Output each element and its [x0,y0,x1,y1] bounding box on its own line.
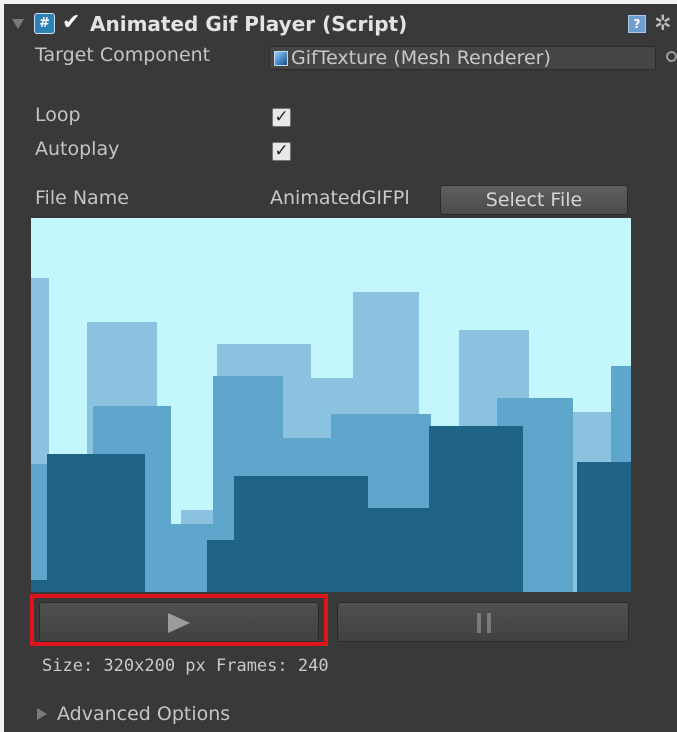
select-file-button[interactable]: Select File [440,185,628,215]
loop-checkbox[interactable]: ✓ [272,108,291,127]
loop-label: Loop [35,104,81,126]
gear-icon[interactable]: ✲ [654,11,672,35]
file-name-value: AnimatedGIFPl [270,187,410,209]
object-picker-icon[interactable] [666,51,677,62]
pause-button[interactable] [337,602,629,642]
component-enabled-checkbox[interactable]: ✔ [62,12,84,34]
autoplay-checkbox[interactable]: ✓ [272,142,291,161]
gif-info-text: Size: 320x200 px Frames: 240 [42,656,329,676]
pause-icon [477,613,491,633]
component-header[interactable]: # ✔ Animated Gif Player (Script) ? ✲ [4,10,677,40]
component-title: Animated Gif Player (Script) [90,12,408,36]
target-component-label: Target Component [35,44,211,66]
foldout-arrow-icon[interactable] [12,19,24,29]
target-component-value: GifTexture (Mesh Renderer) [291,47,551,69]
mesh-renderer-icon [274,51,288,66]
target-component-field[interactable]: GifTexture (Mesh Renderer) [269,46,656,70]
advanced-options-foldout[interactable]: Advanced Options [57,703,230,725]
gif-preview-image [31,218,631,592]
inspector-panel: # ✔ Animated Gif Player (Script) ? ✲ Tar… [4,4,677,732]
help-icon[interactable]: ? [628,15,646,33]
autoplay-label: Autoplay [35,138,120,160]
play-button-highlight [30,594,328,646]
advanced-foldout-icon[interactable] [37,708,47,720]
file-name-label: File Name [35,187,129,209]
csharp-script-icon: # [34,13,55,34]
